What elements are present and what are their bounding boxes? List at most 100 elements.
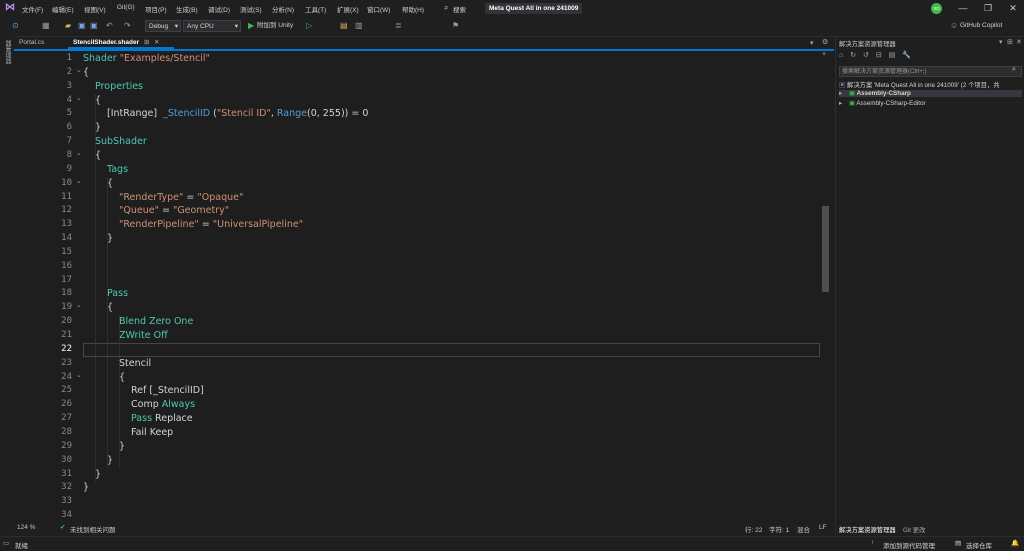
search-icon[interactable]: ⌕	[1012, 66, 1016, 74]
copilot-button[interactable]: GitHub Copilot	[960, 20, 1002, 32]
code-line[interactable]: {	[83, 67, 89, 78]
play-icon[interactable]: ▶	[248, 20, 254, 32]
platform-dropdown[interactable]: Any CPU ▾	[183, 20, 241, 32]
code-line[interactable]: Stencil	[119, 358, 151, 369]
eol-mode[interactable]: LF	[819, 524, 827, 531]
line-indicator[interactable]: 行: 22	[745, 524, 762, 534]
code-line[interactable]: Fail Keep	[131, 427, 173, 438]
fold-chevron-icon[interactable]: ⌄	[76, 149, 82, 157]
undo-icon[interactable]: ↶	[106, 20, 113, 32]
issues-text[interactable]: 未找到相关问题	[70, 524, 116, 534]
code-line[interactable]: [IntRange] _StencilID ("Stencil ID", Ran…	[107, 108, 368, 119]
search-label[interactable]: 搜索	[453, 4, 466, 14]
code-line[interactable]: Comp Always	[131, 399, 195, 410]
fold-chevron-icon[interactable]: ⌄	[76, 66, 82, 74]
menu-item[interactable]: 视图(V)	[84, 4, 106, 14]
menu-item[interactable]: 窗口(W)	[367, 4, 390, 14]
navigate-back-icon[interactable]: ⊙	[12, 20, 19, 32]
save-all-icon[interactable]: ▣	[90, 20, 98, 32]
code-line[interactable]: Pass Replace	[131, 413, 193, 424]
refresh-icon[interactable]: ▤	[340, 20, 348, 32]
code-line[interactable]: Properties	[95, 81, 143, 92]
menu-item[interactable]: 调试(D)	[208, 4, 230, 14]
tree-item-project[interactable]: ▸ ▣ Assembly-CSharp	[839, 90, 1022, 97]
comment-icon[interactable]: ▥	[355, 20, 363, 32]
minimize-button[interactable]: —	[955, 2, 971, 14]
code-line[interactable]: ZWrite Off	[119, 330, 168, 341]
tab-git-changes[interactable]: Git 更改	[903, 525, 925, 534]
bookmark-icon[interactable]: ⚑	[452, 20, 459, 32]
fold-chevron-icon[interactable]: ⌄	[76, 371, 82, 379]
search-icon[interactable]: ⌕	[444, 3, 448, 13]
properties-icon[interactable]: 🔧	[902, 52, 911, 59]
zoom-level[interactable]: 124 %	[17, 524, 35, 531]
code-line[interactable]: SubShader	[95, 136, 147, 147]
format-icon[interactable]: ≣	[395, 20, 402, 32]
tab-portal[interactable]: Portal.cs	[14, 37, 66, 49]
whitespace-mode[interactable]: 混合	[797, 524, 810, 534]
vs-logo-icon[interactable]: ⋈	[5, 2, 15, 13]
code-line[interactable]: Blend Zero One	[119, 316, 193, 327]
menu-item[interactable]: 分析(N)	[272, 4, 294, 14]
home-icon[interactable]: ⌂	[839, 52, 843, 59]
panel-pin-icon[interactable]: ⊞	[1007, 38, 1013, 46]
pin-icon[interactable]: ⊞	[144, 37, 149, 49]
add-source-control-button[interactable]: 添加到源代码管理	[883, 540, 935, 550]
code-editor[interactable]: 1 Shader "Examples/Stencil" 2 ⌄{3 Properties…	[14, 49, 834, 522]
solution-search-input[interactable]: 搜索解决方案资源管理器(Ctrl+;)	[839, 66, 1022, 77]
tab-stencil-shader[interactable]: StencilShader.shader ⊞ ✕	[68, 37, 174, 49]
menu-item[interactable]: 生成(B)	[176, 4, 198, 14]
solution-root[interactable]: ▣ 解决方案 'Meta Quest All in one 241009' (2…	[839, 80, 1022, 89]
maximize-button[interactable]: ❐	[980, 2, 996, 14]
scroll-up-icon[interactable]: +	[822, 51, 826, 58]
panel-menu-icon[interactable]: ▾	[999, 38, 1003, 46]
new-item-icon[interactable]: ▦	[42, 20, 50, 32]
menu-item[interactable]: 项目(P)	[145, 4, 167, 14]
fold-chevron-icon[interactable]: ⌄	[76, 177, 82, 185]
fold-chevron-icon[interactable]: ⌄	[76, 94, 82, 102]
code-line[interactable]: "RenderType" = "Opaque"	[119, 192, 243, 203]
menu-item[interactable]: 工具(T)	[305, 4, 326, 14]
code-line[interactable]: "Queue" = "Geometry"	[119, 205, 229, 216]
code-line[interactable]: Pass	[107, 288, 128, 299]
close-tab-icon[interactable]: ✕	[154, 37, 159, 49]
tree-item-project[interactable]: ▸ ▣ Assembly-CSharp-Editor	[839, 100, 926, 107]
code-line[interactable]: Ref [_StencilID]	[131, 385, 204, 396]
panel-close-icon[interactable]: ✕	[1016, 38, 1022, 46]
code-line[interactable]: }	[83, 482, 89, 493]
output-icon[interactable]: ▭	[3, 539, 9, 547]
code-line[interactable]: Shader "Examples/Stencil"	[83, 53, 210, 64]
redo-icon[interactable]: ↷	[124, 20, 131, 32]
sync-icon[interactable]: ↻	[850, 52, 856, 59]
menu-item[interactable]: 扩展(X)	[337, 4, 359, 14]
close-button[interactable]: ✕	[1005, 2, 1021, 14]
code-line[interactable]: "RenderPipeline" = "UniversalPipeline"	[119, 219, 303, 230]
code-line[interactable]: Tags	[107, 164, 128, 175]
run-without-debug-icon[interactable]: ▷	[306, 20, 312, 32]
attach-unity-button[interactable]: 附加到 Unity	[257, 20, 293, 32]
avatar[interactable]: XD	[931, 3, 942, 14]
settings-gear-icon[interactable]: ⚙	[822, 38, 828, 46]
server-explorer-tab[interactable]: 器管理器	[3, 40, 12, 64]
expand-icon[interactable]: ▸	[839, 90, 842, 97]
menu-item[interactable]: 编辑(E)	[52, 4, 74, 14]
repo-icon[interactable]: ▤	[955, 539, 961, 547]
files-icon[interactable]: ▤	[889, 52, 896, 59]
select-repo-button[interactable]: 选择仓库	[966, 540, 992, 550]
arrow-up-icon[interactable]: ↑	[871, 539, 874, 546]
refresh-icon[interactable]: ↺	[863, 52, 869, 59]
expand-icon[interactable]: ▸	[839, 100, 842, 107]
notifications-icon[interactable]: 🔔	[1011, 539, 1019, 547]
menu-item[interactable]: 帮助(H)	[402, 4, 424, 14]
tab-solution-explorer[interactable]: 解决方案资源管理器	[839, 525, 896, 534]
menu-item[interactable]: Git(G)	[117, 4, 135, 11]
char-indicator[interactable]: 字符: 1	[769, 524, 789, 534]
collapse-icon[interactable]: ⊟	[876, 52, 882, 59]
config-dropdown[interactable]: Debug ▾	[145, 20, 181, 32]
tab-overflow-icon[interactable]: ▾	[810, 39, 814, 47]
menu-item[interactable]: 测试(S)	[240, 4, 262, 14]
save-icon[interactable]: ▣	[78, 20, 86, 32]
copilot-icon[interactable]: ☺	[950, 20, 958, 32]
fold-chevron-icon[interactable]: ⌄	[76, 301, 82, 309]
menu-item[interactable]: 文件(F)	[22, 4, 43, 14]
